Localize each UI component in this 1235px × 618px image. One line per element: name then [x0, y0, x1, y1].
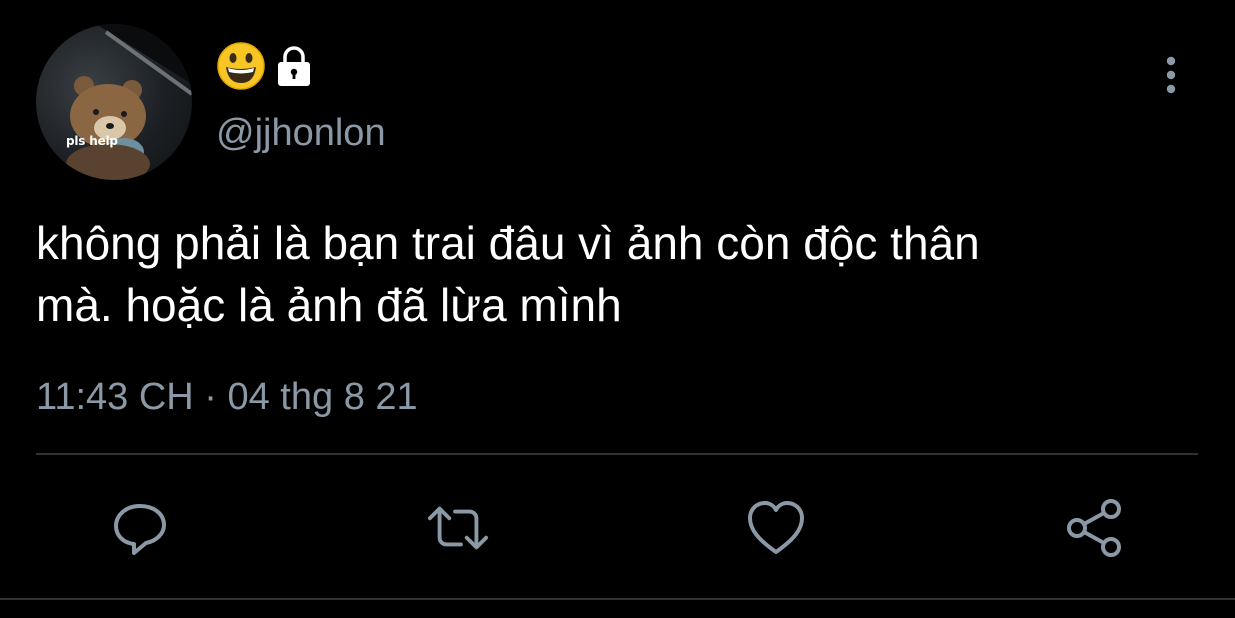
bottom-divider: [0, 598, 1235, 600]
share-button[interactable]: [1062, 496, 1126, 560]
lock-icon: [278, 46, 310, 86]
tweet-timestamp[interactable]: 11:43 CH · 04 thg 8 21: [36, 374, 418, 420]
like-icon: [748, 501, 804, 554]
display-name[interactable]: [216, 40, 316, 92]
like-button[interactable]: [744, 496, 808, 560]
avatar[interactable]: pls help: [36, 24, 192, 180]
reply-button[interactable]: [108, 496, 172, 560]
share-icon: [1067, 499, 1121, 557]
reply-icon: [114, 504, 166, 555]
more-options-button[interactable]: [1156, 54, 1186, 96]
more-vertical-icon: [1166, 56, 1176, 94]
tweet-text-line: không phải là bạn trai đâu vì ảnh còn độ…: [36, 217, 980, 269]
retweet-button[interactable]: [426, 496, 490, 560]
avatar-caption: pls help: [66, 134, 118, 148]
avatar-image: [66, 24, 192, 180]
tweet-text-line: mà. hoặc là ảnh đã lừa mình: [36, 279, 622, 331]
grinning-face-emoji: [217, 42, 265, 90]
tweet-text: không phải là bạn trai đâu vì ảnh còn độ…: [36, 212, 1196, 336]
retweet-icon: [427, 506, 489, 550]
divider: [36, 453, 1198, 455]
user-handle[interactable]: @jjhonlon: [216, 110, 386, 156]
